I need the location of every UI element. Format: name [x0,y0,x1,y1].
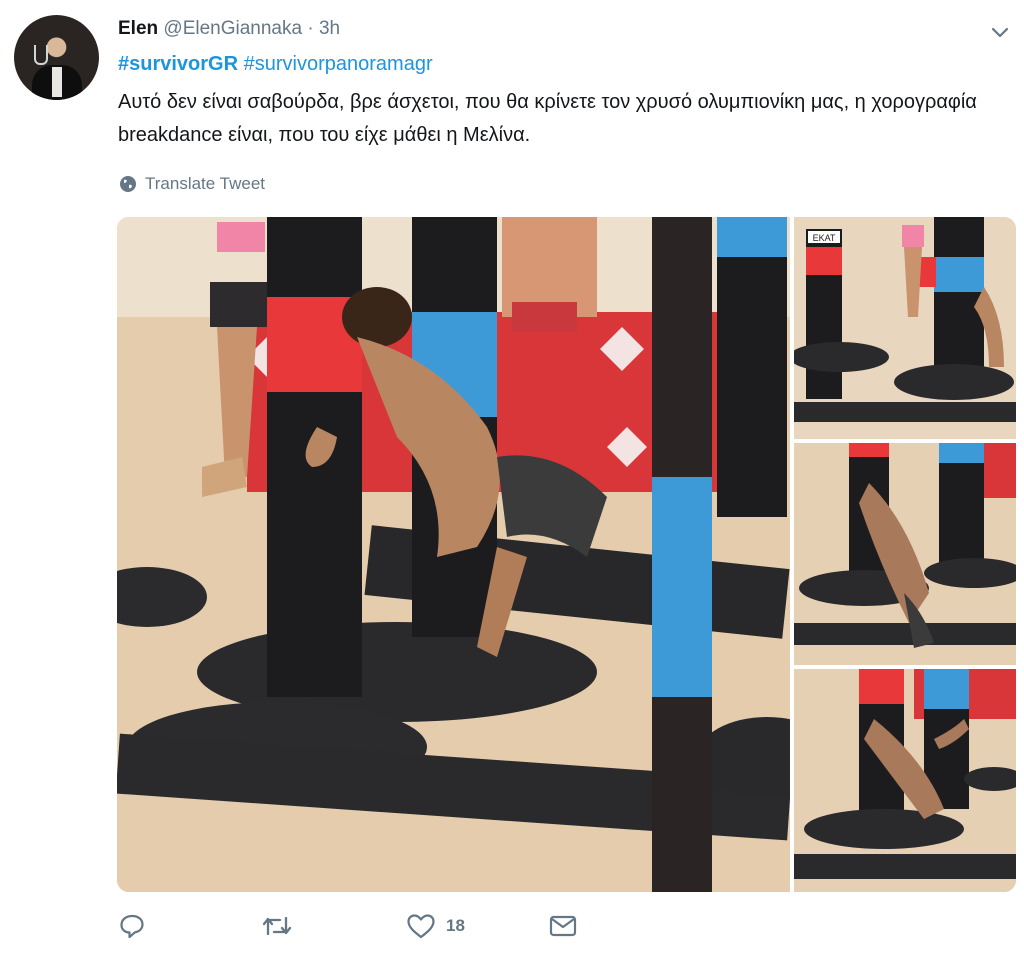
time-separator: · [307,18,314,39]
chevron-down-icon[interactable] [988,20,1012,44]
hashtag-link[interactable]: #survivorpanoramagr [244,53,433,75]
media-photo-thumb-1[interactable]: EKAT [794,217,1016,439]
media-photo-main[interactable] [117,217,790,892]
media-grid: EKAT [117,217,1016,892]
like-button[interactable]: 18 [406,912,465,940]
globe-icon [120,176,136,192]
reply-icon [120,914,144,939]
tweet-time[interactable]: 3h [319,18,340,39]
avatar-glass [34,45,48,65]
heart-icon [407,914,435,939]
photo-scene [117,217,790,892]
reply-button[interactable] [118,912,146,940]
photo-scene [794,443,1016,665]
photo-scene [794,669,1016,892]
avatar[interactable] [14,15,99,100]
hashtag-link[interactable]: #survivorGR [118,53,238,75]
retweet-button[interactable] [260,912,294,940]
tweet-header: Elen @ElenGiannaka · 3h [118,16,340,42]
tweet-actions: 18 [118,912,618,948]
direct-message-button[interactable] [548,912,578,940]
like-count: 18 [446,916,465,935]
tv-logo: EKAT [813,233,836,243]
avatar-shirt [52,67,62,97]
mail-icon [549,915,577,937]
photo-scene: EKAT [794,217,1016,439]
user-handle[interactable]: @ElenGiannaka [163,18,302,39]
translate-label: Translate Tweet [145,174,266,193]
media-photo-thumb-3[interactable] [794,669,1016,892]
media-photo-thumb-2[interactable] [794,443,1016,665]
display-name[interactable]: Elen [118,18,158,39]
hashtags: #survivorGR #survivorpanoramagr [118,51,433,77]
retweet-icon [262,916,292,936]
translate-tweet-link[interactable]: Translate Tweet [118,172,265,196]
tweet-text: Αυτό δεν είναι σαβούρδα, βρε άσχετοι, πο… [118,91,977,146]
